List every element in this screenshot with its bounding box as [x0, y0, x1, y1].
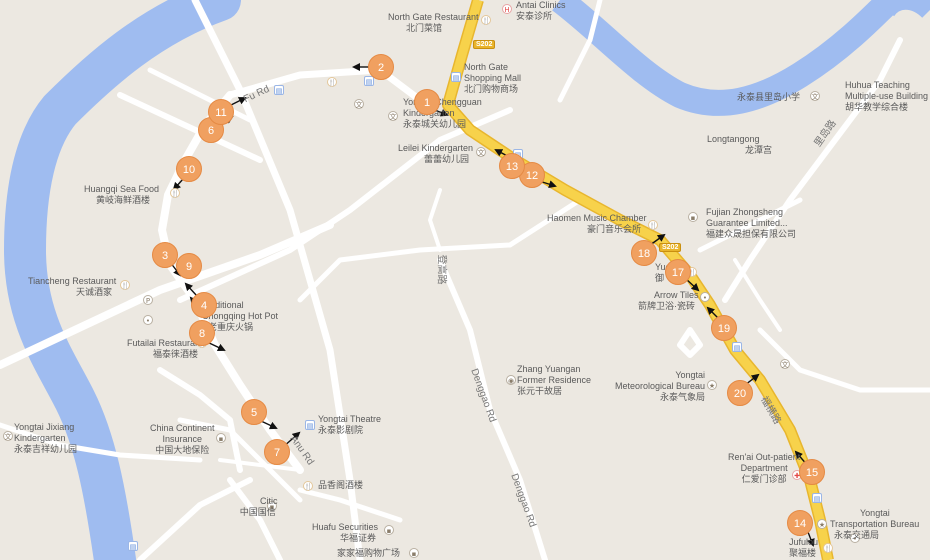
label-china-continent: China Continent Insurance 中国大地保险	[150, 423, 215, 455]
government-icon[interactable]: ★	[817, 519, 827, 529]
route-marker-7[interactable]: 7	[264, 439, 290, 465]
label-arrow-tiles: Arrow Tiles 箭牌卫浴·瓷砖	[638, 290, 699, 311]
label-north-gate-mall: North Gate Shopping Mall 北门购物商场	[464, 62, 522, 94]
theatre-icon[interactable]: ▤	[305, 420, 315, 430]
government-icon[interactable]: ★	[707, 380, 717, 390]
restaurant-icon[interactable]: 🍴	[327, 77, 337, 87]
route-marker-20[interactable]: 20	[727, 380, 753, 406]
school-icon[interactable]: 文	[780, 359, 790, 369]
restaurant-icon[interactable]: 🍴	[120, 280, 130, 290]
office-icon[interactable]: ▪	[216, 433, 226, 443]
road-label-denggao-cn: 登高路	[435, 254, 447, 285]
parking-icon[interactable]: P	[143, 295, 153, 305]
route-marker-8[interactable]: 8	[189, 320, 215, 346]
label-jufulou: Jufulou 聚福楼	[789, 537, 819, 558]
school-icon[interactable]: 文	[810, 91, 820, 101]
store-icon[interactable]: •	[700, 292, 710, 302]
route-marker-17[interactable]: 17	[665, 259, 691, 285]
bus-stop-icon[interactable]: ▤	[732, 342, 742, 352]
store-icon[interactable]: ▪	[409, 548, 419, 558]
label-huangqi-seafood: Huangqi Sea Food 黄岐海鲜酒楼	[84, 184, 160, 205]
label-citic: Citic 中国国信	[239, 496, 278, 517]
label-zhang-yuangan: Zhang Yuangan Former Residence 张元干故居	[517, 364, 592, 396]
route-marker-13[interactable]: 13	[499, 153, 525, 179]
label-meteorological-bureau: Yongtai Meteorological Bureau 永泰气象局	[615, 370, 706, 402]
office-icon[interactable]: ▪	[384, 525, 394, 535]
label-huhua-building: Huhua Teaching Multiple-use Building 胡华教学综…	[845, 80, 929, 112]
label-jixiang-kindergarten: Yongtai Jixiang Kindergarten 永泰吉祥幼儿园	[14, 422, 78, 454]
label-pinxiang-restaurant: 品香阁酒楼	[318, 480, 364, 490]
restaurant-icon[interactable]: 🍴	[823, 543, 833, 553]
label-huafu-securities: Huafu Securities 华福证券	[312, 522, 379, 543]
school-icon[interactable]: 文	[388, 111, 398, 121]
label-lidao-primary: 永泰县里岛小学	[737, 92, 801, 102]
clinic-icon[interactable]: H	[502, 4, 512, 14]
label-leilei-kindergarten: Leilei Kindergarten 蕾蕾幼儿园	[398, 143, 474, 164]
school-icon[interactable]: 文	[476, 147, 486, 157]
river-top-right	[875, 0, 930, 19]
landmark-icon[interactable]: ◉	[506, 375, 516, 385]
highway-badge-2: S202	[659, 243, 682, 252]
route-marker-15[interactable]: 15	[799, 459, 825, 485]
route-marker-2[interactable]: 2	[368, 54, 394, 80]
bus-stop-icon[interactable]: ▤	[274, 85, 284, 95]
route-marker-5[interactable]: 5	[241, 399, 267, 425]
restaurant-icon[interactable]: 🍴	[648, 220, 658, 230]
school-icon[interactable]: 文	[3, 431, 13, 441]
label-yongtai-theatre: Yongtai Theatre 永泰影剧院	[318, 414, 382, 435]
highway-badge-1: S202	[473, 40, 496, 49]
label-tiancheng-restaurant: Tiancheng Restaurant 天诚酒家	[28, 276, 117, 297]
bus-stop-icon[interactable]: ▤	[128, 541, 138, 551]
restaurant-icon[interactable]: 🍴	[481, 15, 491, 25]
place-icon[interactable]: •	[143, 315, 153, 325]
restaurant-icon[interactable]: 🍴	[170, 188, 180, 198]
route-marker-18[interactable]: 18	[631, 240, 657, 266]
label-jiaxiang-plaza: 家家福购物广场	[337, 548, 401, 558]
route-marker-4[interactable]: 4	[191, 292, 217, 318]
route-marker-11[interactable]: 11	[208, 99, 234, 125]
route-marker-14[interactable]: 14	[787, 510, 813, 536]
shopping-icon[interactable]: ▤	[451, 72, 461, 82]
label-longtangong: Longtangong 龙潭宫	[707, 134, 773, 155]
route-marker-3[interactable]: 3	[152, 242, 178, 268]
label-antai-clinics: Antai Clinics 安泰诊所	[516, 0, 566, 21]
label-north-gate-restaurant: North Gate Restaurant 北门菜馆	[388, 12, 479, 33]
label-renai-department: Ren'ai Out-patient Department 仁爱门诊部	[728, 452, 801, 484]
label-transportation-bureau: Yongtai Transportation Bureau 永泰交通局	[830, 508, 920, 540]
restaurant-icon[interactable]: 🍴	[303, 481, 313, 491]
route-marker-9[interactable]: 9	[176, 253, 202, 279]
label-haomen-music: Haomen Music Chamber 豪门音乐会所	[547, 213, 647, 234]
route-marker-10[interactable]: 10	[176, 156, 202, 182]
route-marker-1[interactable]: 1	[414, 89, 440, 115]
route-marker-19[interactable]: 19	[711, 315, 737, 341]
school-icon[interactable]: 文	[354, 99, 364, 109]
office-icon[interactable]: ▪	[688, 212, 698, 222]
label-fujian-zhongsheng: Fujian Zhongsheng Guarantee Limited... 福建众…	[706, 207, 797, 239]
bus-stop-icon[interactable]: ▤	[812, 493, 822, 503]
